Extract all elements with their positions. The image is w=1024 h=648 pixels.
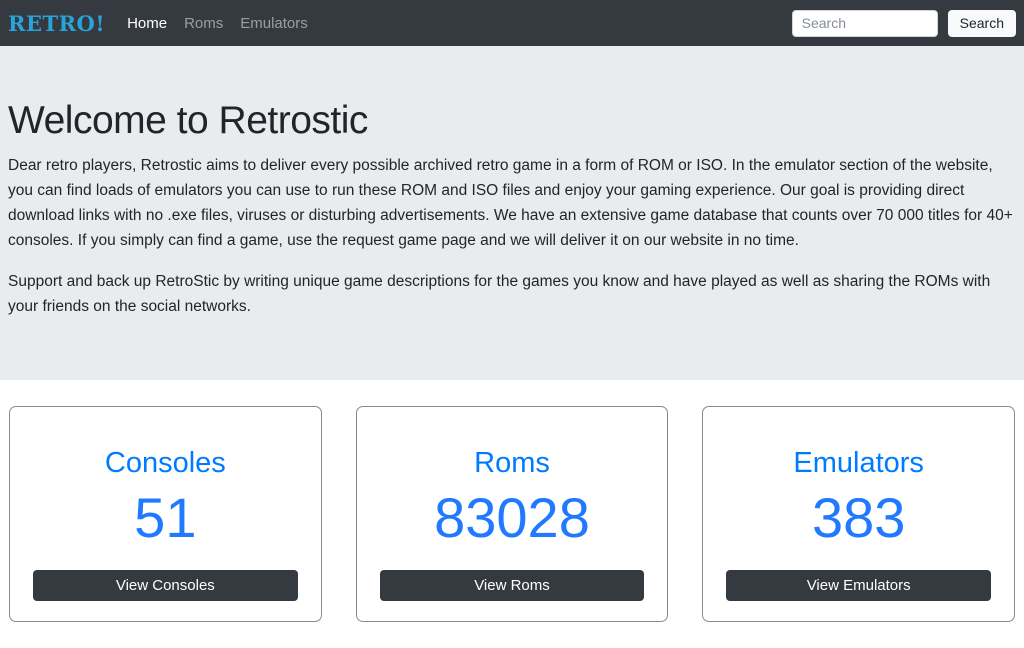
- nav-item-home[interactable]: Home: [127, 15, 167, 32]
- roms-card: Roms 83028 View Roms: [355, 406, 669, 622]
- emulators-card-title: Emulators: [793, 447, 924, 479]
- consoles-card-title: Consoles: [104, 447, 226, 479]
- view-emulators-button[interactable]: View Emulators: [726, 570, 991, 601]
- site-logo[interactable]: RETRO!: [8, 11, 105, 36]
- consoles-card: Consoles 51 View Consoles: [9, 406, 322, 622]
- emulators-card: Emulators 383 View Emulators: [702, 406, 1015, 622]
- search-input[interactable]: [791, 9, 938, 37]
- main-nav: Home Roms Emulators: [127, 15, 308, 32]
- nav-item-emulators[interactable]: Emulators: [240, 15, 308, 32]
- emulators-count: 383: [811, 486, 906, 549]
- welcome-jumbotron: Welcome to Retrostic Dear retro players,…: [0, 46, 1024, 380]
- view-roms-button[interactable]: View Roms: [379, 570, 645, 601]
- stats-cards-row: Consoles 51 View Consoles Roms 83028 Vie…: [0, 380, 1024, 622]
- search-button[interactable]: Search: [947, 9, 1016, 37]
- search-form: Search: [791, 9, 1016, 37]
- intro-paragraph: Dear retro players, Retrostic aims to de…: [8, 157, 1013, 249]
- consoles-count: 51: [134, 486, 197, 549]
- nav-item-roms[interactable]: Roms: [184, 15, 223, 32]
- roms-card-title: Roms: [474, 447, 550, 479]
- page-title: Welcome to Retrostic: [8, 99, 368, 142]
- view-consoles-button[interactable]: View Consoles: [33, 570, 298, 601]
- support-paragraph: Support and back up RetroStic by writing…: [8, 273, 991, 315]
- roms-count: 83028: [434, 486, 590, 549]
- top-navbar: RETRO! Home Roms Emulators Search: [0, 0, 1024, 46]
